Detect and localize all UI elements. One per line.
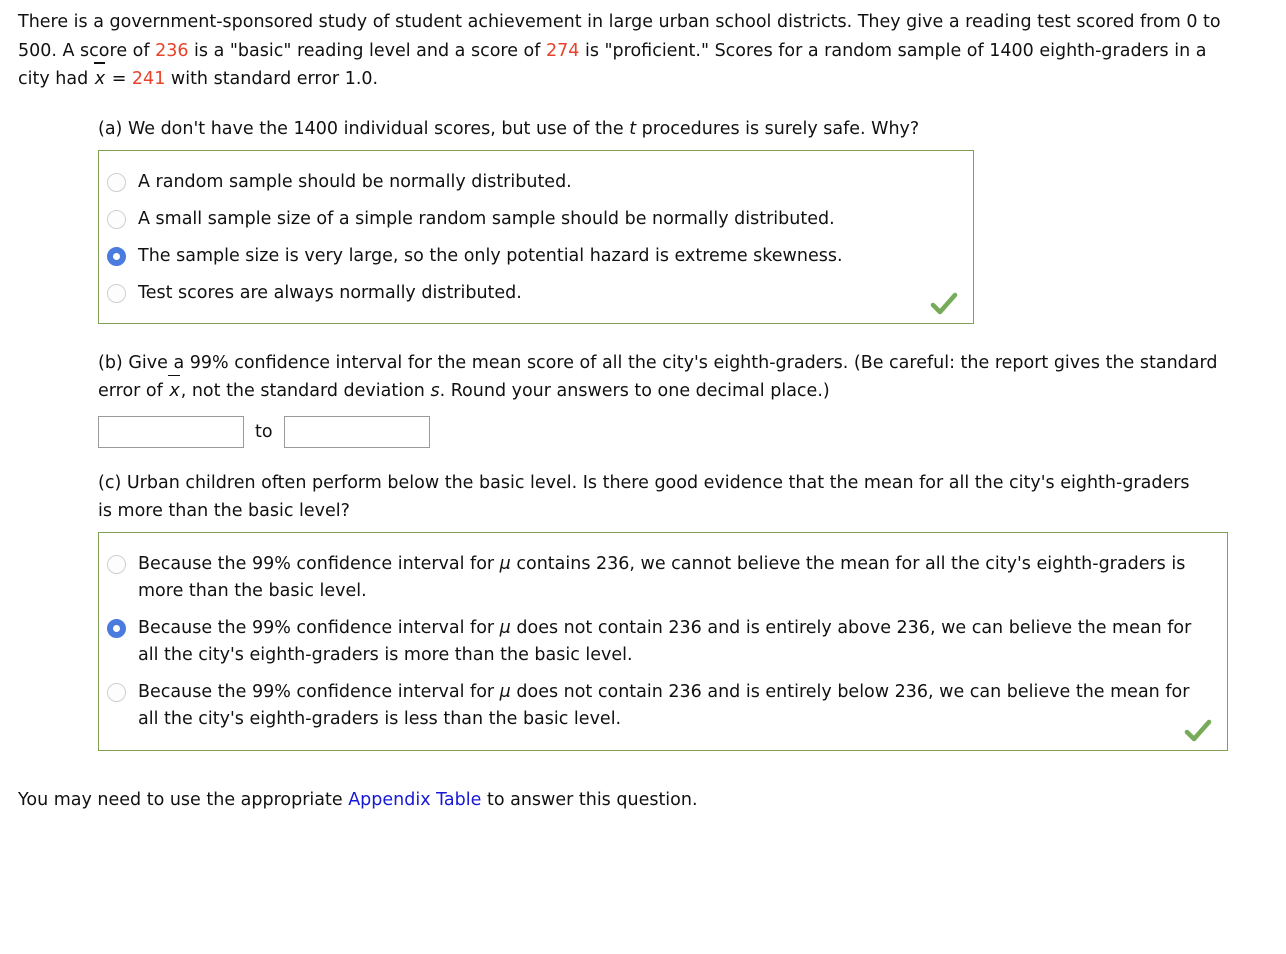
equals-sign: =	[106, 69, 132, 90]
green-check-icon	[929, 291, 959, 317]
appendix-note-pre: You may need to use the appropriate	[18, 789, 349, 810]
option-label: The sample size is very large, so the on…	[138, 245, 843, 266]
radio-button[interactable]	[107, 554, 126, 574]
green-check-icon	[1183, 718, 1213, 744]
part-c-option-0[interactable]: Because the 99% confidence interval for …	[107, 547, 1215, 611]
radio-button[interactable]	[107, 683, 126, 703]
x-bar-symbol: x	[168, 374, 181, 406]
appendix-table-link[interactable]: Appendix Table	[348, 790, 481, 810]
option-label: Because the 99% confidence interval for …	[126, 679, 1215, 733]
intro-text-part2: is a "basic" reading level and a score o…	[188, 40, 546, 61]
part-a-prompt: (a) We don't have the 1400 individual sc…	[98, 116, 1286, 144]
part-c-section: (c) Urban children often perform below t…	[0, 470, 1286, 751]
part-c-prompt: (c) Urban children often perform below t…	[98, 470, 1286, 525]
radio-button[interactable]	[107, 172, 126, 192]
mu-symbol: μ	[499, 618, 511, 639]
part-b-section: (b) Give a 99% confidence interval for t…	[0, 350, 1286, 449]
option-label: A random sample should be normally distr…	[138, 171, 572, 192]
part-a-answer-box: A random sample should be normally distr…	[98, 149, 974, 325]
part-b-label: (b)	[98, 353, 123, 374]
option-label: Test scores are always normally distribu…	[138, 283, 522, 304]
option-text-pre: Because the 99% confidence interval for	[138, 618, 500, 639]
confidence-interval-inputs: to	[98, 416, 1286, 449]
option-label: Because the 99% confidence interval for …	[126, 551, 1215, 605]
part-b-prompt: (b) Give a 99% confidence interval for t…	[98, 350, 1286, 405]
upper-bound-input[interactable]	[283, 416, 430, 449]
mu-symbol: μ	[499, 553, 511, 574]
appendix-note: You may need to use the appropriate Appe…	[0, 787, 1286, 814]
part-c-label: (c)	[98, 473, 122, 494]
part-a-option-3[interactable]: Test scores are always normally distribu…	[107, 276, 961, 313]
radio-button-selected[interactable]	[107, 619, 126, 639]
part-a-label: (a)	[98, 119, 123, 140]
appendix-note-post: to answer this question.	[481, 789, 698, 810]
part-c-option-2[interactable]: Because the 99% confidence interval for …	[107, 675, 1215, 739]
question-page: There is a government-sponsored study of…	[0, 0, 1286, 954]
part-a-section: (a) We don't have the 1400 individual sc…	[0, 116, 1286, 325]
part-b-prompt-text3: . Round your answers to one decimal plac…	[439, 380, 830, 401]
part-a-option-1[interactable]: A small sample size of a simple random s…	[107, 202, 961, 239]
part-a-option-2[interactable]: The sample size is very large, so the on…	[107, 239, 961, 276]
part-a-prompt-text1: We don't have the 1400 individual scores…	[127, 119, 630, 140]
option-label: Because the 99% confidence interval for …	[126, 615, 1215, 669]
intro-text-part4: with standard error 1.0.	[165, 69, 379, 90]
part-a-prompt-text2: procedures is surely safe. Why?	[636, 119, 920, 140]
radio-button-selected[interactable]	[107, 246, 126, 266]
option-text-pre: Because the 99% confidence interval for	[138, 682, 500, 703]
interval-separator-label: to	[255, 421, 273, 442]
proficient-score-value: 274	[545, 40, 580, 61]
mu-symbol: μ	[499, 682, 511, 703]
part-c-answer-box: Because the 99% confidence interval for …	[98, 531, 1228, 751]
s-symbol: s	[430, 380, 440, 401]
basic-score-value: 236	[155, 40, 189, 61]
x-bar-symbol: x	[93, 62, 106, 94]
option-text-pre: Because the 99% confidence interval for	[138, 553, 500, 574]
problem-statement: There is a government-sponsored study of…	[0, 0, 1260, 94]
option-label: A small sample size of a simple random s…	[138, 208, 835, 229]
lower-bound-input[interactable]	[98, 416, 244, 449]
part-a-option-0[interactable]: A random sample should be normally distr…	[107, 165, 961, 202]
radio-button[interactable]	[107, 284, 126, 304]
radio-button[interactable]	[107, 209, 126, 229]
sample-mean-value: 241	[131, 69, 166, 90]
part-c-prompt-text: Urban children often perform below the b…	[98, 473, 1190, 522]
part-c-option-1[interactable]: Because the 99% confidence interval for …	[107, 611, 1215, 675]
part-b-prompt-text2: , not the standard deviation	[180, 380, 431, 401]
